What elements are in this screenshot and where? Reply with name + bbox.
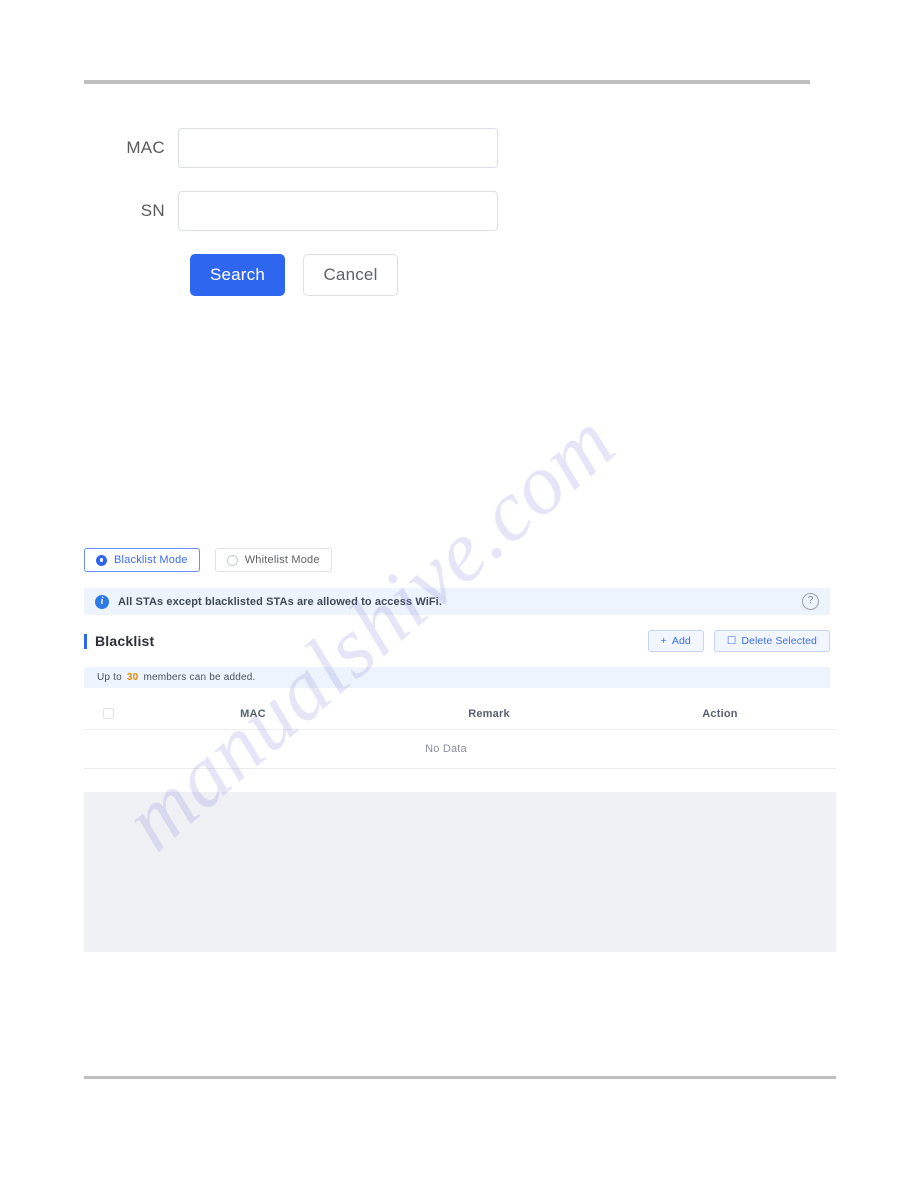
column-header-mac: MAC bbox=[240, 707, 266, 720]
radio-selected-icon bbox=[96, 554, 107, 566]
quota-notice: Up to 30 members can be added. bbox=[84, 667, 830, 688]
cancel-button[interactable]: Cancel bbox=[303, 254, 398, 296]
column-header-action: Action bbox=[702, 707, 738, 720]
delete-selected-label: Delete Selected bbox=[741, 635, 817, 647]
no-data-text: No Data bbox=[425, 743, 467, 755]
page-top-rule bbox=[84, 80, 810, 84]
info-icon: i bbox=[95, 594, 109, 609]
radio-whitelist-mode[interactable]: Whitelist Mode bbox=[214, 548, 332, 572]
form-actions: Search Cancel bbox=[190, 254, 918, 296]
list-header: Blacklist + Add ☐ Delete Selected bbox=[84, 626, 830, 656]
radio-blacklist-mode[interactable]: Blacklist Mode bbox=[84, 548, 200, 572]
title-accent-bar bbox=[84, 633, 87, 649]
mac-input[interactable] bbox=[178, 128, 498, 168]
sn-label: SN bbox=[140, 201, 165, 220]
add-button[interactable]: + Add bbox=[647, 630, 704, 652]
quota-limit: 30 bbox=[126, 672, 139, 683]
select-all-checkbox[interactable] bbox=[102, 708, 114, 719]
search-form: MAC SN Search Cancel bbox=[0, 128, 918, 296]
plus-icon: + bbox=[660, 635, 667, 647]
blacklist-table: MAC Remark Action No Data bbox=[84, 698, 836, 769]
mode-radio-group: Blacklist Mode Whitelist Mode bbox=[84, 548, 332, 572]
add-button-label: Add bbox=[671, 635, 691, 647]
table-header-row: MAC Remark Action bbox=[84, 698, 836, 730]
help-circle-icon[interactable]: ? bbox=[802, 593, 819, 610]
content-placeholder-panel bbox=[84, 792, 836, 952]
column-header-remark: Remark bbox=[468, 707, 510, 720]
radio-unselected-icon bbox=[226, 554, 238, 566]
header-actions: + Add ☐ Delete Selected bbox=[647, 630, 830, 652]
sn-input[interactable] bbox=[178, 191, 498, 231]
delete-selected-button[interactable]: ☐ Delete Selected bbox=[713, 630, 830, 652]
table-empty-state: No Data bbox=[84, 730, 836, 769]
trash-icon: ☐ bbox=[726, 635, 737, 647]
search-button[interactable]: Search bbox=[190, 254, 285, 296]
info-banner: i All STAs except blacklisted STAs are a… bbox=[84, 588, 830, 615]
form-row-mac: MAC bbox=[0, 128, 918, 168]
select-all-cell bbox=[84, 708, 132, 719]
mac-label: MAC bbox=[126, 138, 165, 157]
page-bottom-rule bbox=[84, 1076, 836, 1079]
radio-blacklist-label: Blacklist Mode bbox=[114, 554, 188, 566]
quota-prefix: Up to bbox=[97, 672, 122, 683]
page-title: Blacklist bbox=[95, 633, 155, 649]
radio-whitelist-label: Whitelist Mode bbox=[244, 554, 320, 566]
form-row-sn: SN bbox=[0, 191, 918, 231]
quota-suffix: members can be added. bbox=[143, 672, 256, 683]
info-banner-text: All STAs except blacklisted STAs are all… bbox=[118, 595, 442, 608]
section-title: Blacklist bbox=[84, 633, 648, 649]
